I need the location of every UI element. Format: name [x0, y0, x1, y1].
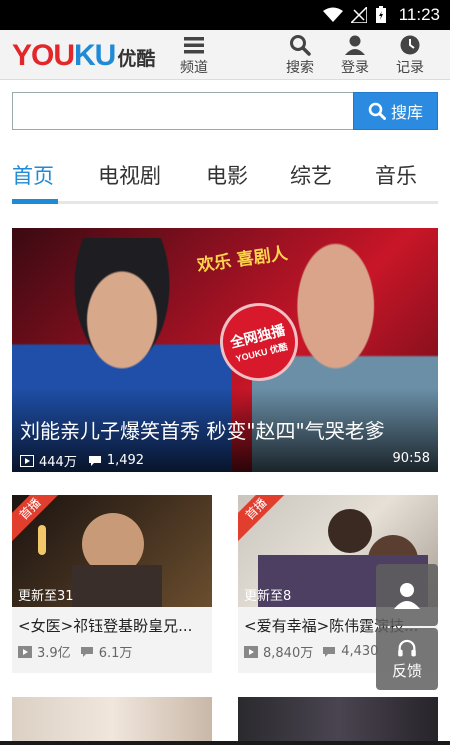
user-icon — [394, 583, 420, 609]
headset-icon — [398, 639, 416, 656]
floating-user-button[interactable] — [376, 564, 438, 626]
hero-title: 刘能亲儿子爆笑首秀 秒变"赵四"气哭老爹 — [20, 419, 385, 443]
app-header: YOUKU 优酷 频道 搜索 登录 记录 — [0, 30, 450, 80]
hero-meta: 444万 1,492 — [20, 451, 144, 470]
premiere-badge: 首播 — [238, 495, 292, 545]
battery-icon — [375, 6, 386, 23]
comment-icon — [80, 646, 93, 657]
update-status: 更新至31 — [18, 589, 74, 604]
video-meta: 8,840万 4,430 — [244, 642, 378, 661]
tab-tv-series[interactable]: 电视剧 — [98, 160, 161, 190]
status-bar: 11:23 — [0, 0, 450, 30]
play-count: 8,840万 — [263, 646, 314, 661]
play-count: 3.9亿 — [37, 646, 71, 661]
hero-comment-count: 1,492 — [106, 453, 145, 468]
signal-icon — [350, 7, 367, 23]
hero-play-count: 444万 — [39, 455, 77, 470]
history-label: 记录 — [396, 60, 424, 76]
hero-banner[interactable]: 欢乐 喜剧人 全网独播 YOUKU 优酷 刘能亲儿子爆笑首秀 秒变"赵四"气哭老… — [12, 228, 438, 472]
search-input[interactable] — [12, 92, 353, 130]
wifi-icon — [322, 7, 343, 22]
comment-count: 4,430 — [341, 644, 379, 659]
feedback-button[interactable]: 反馈 — [376, 628, 438, 690]
channels-button[interactable]: 频道 — [172, 34, 216, 78]
video-thumbnail: 首播 更新至31 — [12, 495, 212, 607]
video-card[interactable]: 首播 更新至31 <女医>祁钰登基盼皇兄... 3.9亿 6.1万 — [12, 495, 212, 673]
logo-text-you: YOU — [12, 39, 75, 72]
history-button[interactable]: 记录 — [388, 34, 432, 78]
hero-duration: 90:58 — [392, 451, 430, 466]
video-title: <女医>祁钰登基盼皇兄... — [18, 617, 193, 635]
bottom-edge — [0, 741, 450, 745]
channels-label: 频道 — [180, 60, 208, 76]
candle-icon — [38, 525, 46, 555]
play-count-icon — [20, 454, 34, 467]
menu-icon — [184, 37, 204, 54]
tab-home[interactable]: 首页 — [12, 160, 54, 190]
tab-movies[interactable]: 电影 — [206, 160, 248, 190]
login-label: 登录 — [341, 60, 369, 76]
search-submit-label: 搜库 — [390, 103, 423, 122]
search-icon — [290, 35, 311, 56]
comment-icon — [88, 455, 101, 466]
video-card[interactable] — [238, 697, 438, 745]
thumbnail-figure-body — [72, 565, 162, 607]
user-icon — [345, 35, 365, 55]
logo-text-cn: 优酷 — [117, 48, 156, 70]
comment-icon — [323, 646, 336, 657]
feedback-label: 反馈 — [391, 661, 422, 680]
clock: 11:23 — [398, 5, 440, 24]
update-status: 更新至8 — [244, 589, 292, 604]
clock-icon — [400, 35, 420, 55]
active-tab-indicator — [12, 199, 58, 204]
search-label: 搜索 — [286, 60, 314, 76]
play-count-icon — [244, 645, 258, 658]
thumbnail-figure — [328, 509, 372, 553]
play-count-icon — [18, 645, 32, 658]
video-meta: 3.9亿 6.1万 — [18, 642, 132, 661]
category-tabs: 首页 电视剧 电影 综艺 音乐 — [12, 150, 438, 204]
search-submit-button[interactable]: 搜库 — [353, 92, 438, 130]
search-button-header[interactable]: 搜索 — [278, 34, 322, 78]
search-bar: 搜库 — [12, 92, 438, 130]
tab-variety[interactable]: 综艺 — [290, 160, 332, 190]
login-button[interactable]: 登录 — [333, 34, 377, 78]
youku-logo[interactable]: YOUKU 优酷 — [12, 39, 155, 73]
logo-text-ku: KU — [74, 39, 116, 72]
tab-music[interactable]: 音乐 — [375, 160, 417, 190]
video-card[interactable] — [12, 697, 212, 745]
comment-count: 6.1万 — [98, 646, 133, 661]
search-icon — [368, 102, 386, 120]
